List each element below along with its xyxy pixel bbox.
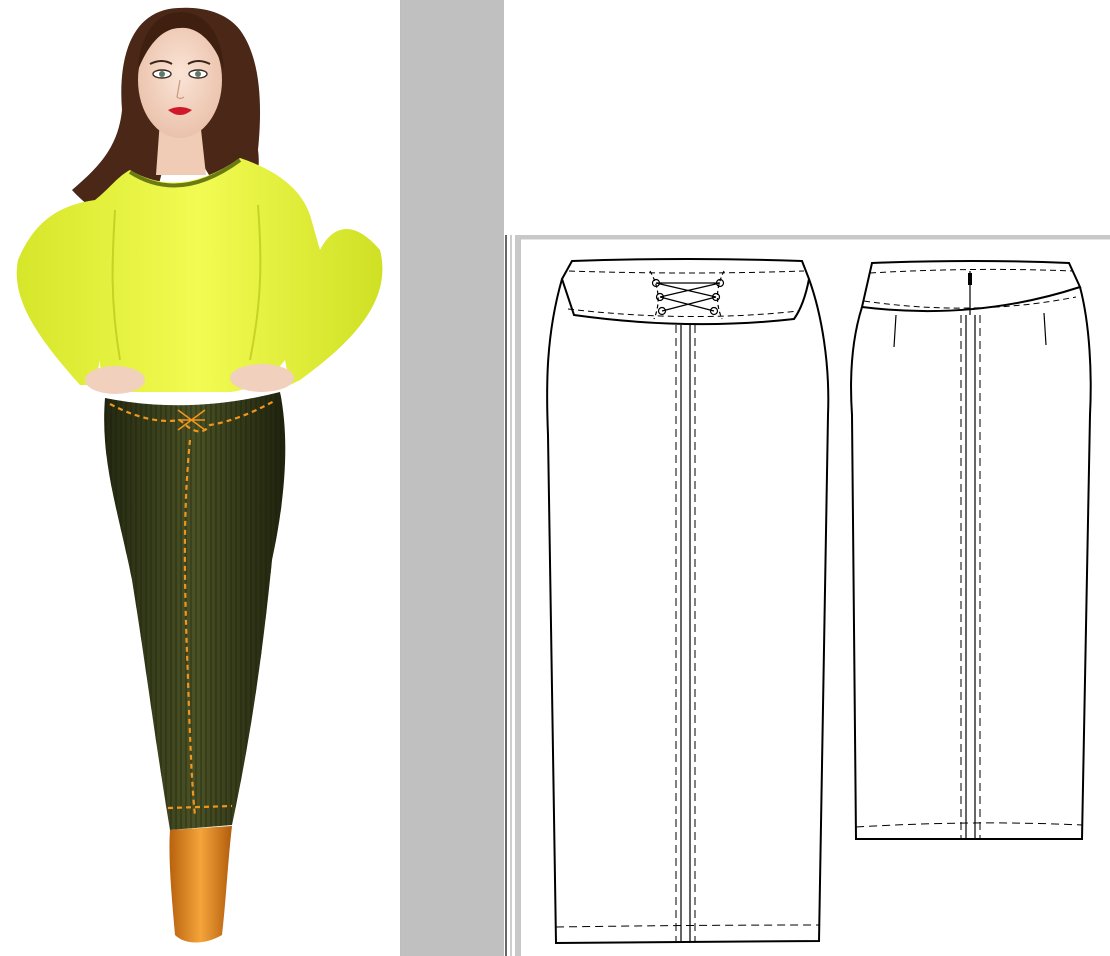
back-view-sketch: [850, 260, 1092, 840]
fashion-figure: [16, 7, 383, 943]
gray-divider-strip: [401, 0, 504, 956]
left-hand: [85, 366, 145, 394]
clipped-caption: • • • • • • • • • • • • • • • • • • • • …: [508, 0, 723, 5]
fashion-illustration-panel: [0, 0, 401, 956]
technical-sketch-frame: [504, 235, 1110, 956]
sketch-canvas: [505, 235, 1110, 956]
right-hand: [230, 364, 294, 392]
front-view-sketch: [546, 258, 830, 945]
top-garment: [16, 158, 383, 392]
top-right-blank-area: • • • • • • • • • • • • • • • • • • • • …: [504, 0, 1110, 235]
boots: [169, 826, 232, 943]
